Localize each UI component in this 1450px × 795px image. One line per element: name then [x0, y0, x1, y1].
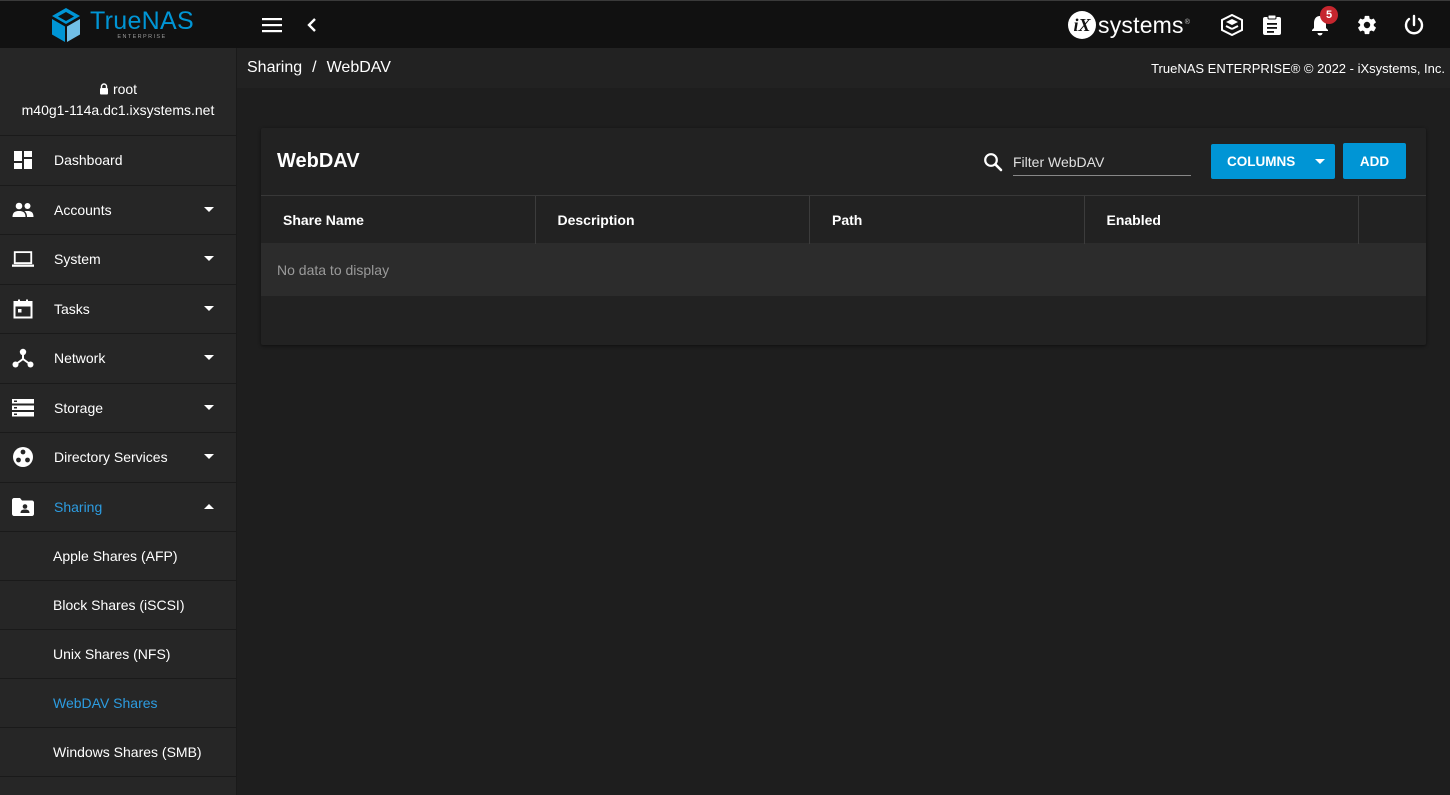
- chevron-down-icon: [204, 404, 214, 410]
- shared-folder-icon: [12, 496, 34, 518]
- user-info: root m40g1-114a.dc1.ixsystems.net: [0, 48, 236, 136]
- filter-input[interactable]: [1013, 148, 1191, 176]
- copyright: TrueNAS ENTERPRISE® © 2022 - iXsystems, …: [1151, 60, 1445, 76]
- sidebar-item-directory-services[interactable]: Directory Services: [0, 433, 236, 483]
- top-toolbar: TrueNAS ENTERPRISE iX systems ® 5: [0, 0, 1450, 48]
- ix-mark: iX: [1068, 11, 1096, 39]
- ixsystems-logo[interactable]: iX systems ®: [1068, 11, 1190, 39]
- page-header: Sharing / WebDAV TrueNAS ENTERPRISE® © 2…: [237, 48, 1450, 88]
- empty-table-message: No data to display: [261, 243, 1426, 296]
- chevron-up-icon: [204, 503, 214, 509]
- sidebar-item-label: Accounts: [54, 201, 112, 218]
- chevron-down-icon: [204, 206, 214, 212]
- table-header: Share Name Description Path Enabled: [261, 195, 1426, 244]
- sidebar-subitem-nfs[interactable]: Unix Shares (NFS): [0, 630, 236, 679]
- chevron-down-icon: [204, 454, 214, 460]
- sidebar-subitem-afp[interactable]: Apple Shares (AFP): [0, 532, 236, 581]
- clipboard-icon: [1263, 14, 1281, 35]
- gear-icon: [1358, 15, 1376, 35]
- sidebar-item-label: Storage: [54, 399, 104, 416]
- columns-button[interactable]: COLUMNS: [1211, 144, 1335, 179]
- breadcrumb-separator: /: [312, 59, 317, 76]
- laptop-icon: [12, 248, 34, 270]
- hostname: m40g1-114a.dc1.ixsystems.net: [21, 102, 215, 118]
- sidebar-item-dashboard[interactable]: Dashboard: [0, 136, 236, 186]
- truenas-logo[interactable]: TrueNAS ENTERPRISE: [0, 1, 237, 49]
- card-title: WebDAV: [277, 150, 360, 172]
- sidebar-item-sharing[interactable]: Sharing: [0, 483, 236, 532]
- task-manager-button[interactable]: [1260, 13, 1284, 37]
- sidebar-item-label: Network: [54, 350, 106, 367]
- sidebar-subitem-smb[interactable]: Windows Shares (SMB): [0, 728, 236, 777]
- sidebar-item-label: System: [54, 251, 101, 268]
- collapse-sidebar-button[interactable]: [300, 13, 324, 37]
- sidebar-item-label: Sharing: [54, 498, 103, 515]
- sidebar-item-storage[interactable]: Storage: [0, 384, 236, 433]
- column-enabled[interactable]: Enabled: [1085, 196, 1359, 244]
- menu-toggle-button[interactable]: [260, 13, 284, 37]
- columns-button-label: COLUMNS: [1227, 154, 1296, 169]
- ix-word: systems: [1098, 11, 1184, 38]
- webdav-card: WebDAV COLUMNS ADD Share Name Descriptio…: [261, 128, 1426, 345]
- column-path[interactable]: Path: [810, 196, 1085, 244]
- add-button[interactable]: ADD: [1343, 143, 1406, 179]
- sidebar: root m40g1-114a.dc1.ixsystems.net Dashbo…: [0, 48, 237, 795]
- breadcrumb: Sharing / WebDAV: [247, 59, 391, 77]
- sidebar-item-label: Dashboard: [54, 152, 123, 169]
- brand-name: TrueNAS: [90, 7, 194, 36]
- chevron-down-icon: [204, 305, 214, 311]
- chevron-left-icon: [307, 18, 316, 32]
- truenas-logo-icon: [52, 8, 80, 42]
- sidebar-item-label: Directory Services: [54, 449, 168, 466]
- sidebar-item-accounts[interactable]: Accounts: [0, 186, 236, 235]
- sidebar-item-system[interactable]: System: [0, 235, 236, 285]
- truecommand-button[interactable]: [1220, 13, 1244, 37]
- directory-services-icon: [12, 446, 34, 468]
- dashboard-icon: [12, 149, 34, 171]
- sidebar-subitem-iscsi[interactable]: Block Shares (iSCSI): [0, 581, 236, 630]
- main-content: Sharing / WebDAV TrueNAS ENTERPRISE® © 2…: [237, 48, 1450, 795]
- logo-text: TrueNAS ENTERPRISE: [90, 9, 194, 41]
- truecommand-icon: [1221, 14, 1243, 36]
- settings-button[interactable]: [1355, 13, 1379, 37]
- people-icon: [12, 199, 34, 221]
- breadcrumb-current: WebDAV: [326, 59, 391, 76]
- chevron-down-icon: [204, 355, 214, 361]
- card-header: WebDAV COLUMNS ADD: [261, 128, 1426, 195]
- breadcrumb-sharing[interactable]: Sharing: [247, 59, 302, 77]
- lock-icon: [99, 83, 108, 95]
- storage-icon: [12, 397, 34, 419]
- filter-box: [983, 148, 1191, 176]
- power-icon: [1404, 14, 1424, 35]
- sidebar-item-label: Tasks: [54, 300, 90, 317]
- hamburger-icon: [262, 18, 282, 33]
- search-icon: [984, 153, 1003, 172]
- sidebar-item-tasks[interactable]: Tasks: [0, 285, 236, 334]
- calendar-icon: [12, 298, 34, 320]
- chevron-down-icon: [1315, 159, 1325, 164]
- alerts-count-badge: 5: [1320, 6, 1338, 24]
- sidebar-item-network[interactable]: Network: [0, 334, 236, 384]
- network-icon: [12, 347, 34, 369]
- user-line: root: [0, 81, 236, 97]
- brand-edition: ENTERPRISE: [117, 34, 167, 41]
- ix-trademark: ®: [1184, 19, 1190, 26]
- column-actions: [1359, 196, 1426, 244]
- username: root: [112, 81, 138, 97]
- sidebar-subitem-webdav[interactable]: WebDAV Shares: [0, 679, 236, 728]
- column-share-name[interactable]: Share Name: [261, 196, 536, 244]
- column-description[interactable]: Description: [536, 196, 810, 244]
- chevron-down-icon: [204, 256, 214, 262]
- power-button[interactable]: [1402, 13, 1426, 37]
